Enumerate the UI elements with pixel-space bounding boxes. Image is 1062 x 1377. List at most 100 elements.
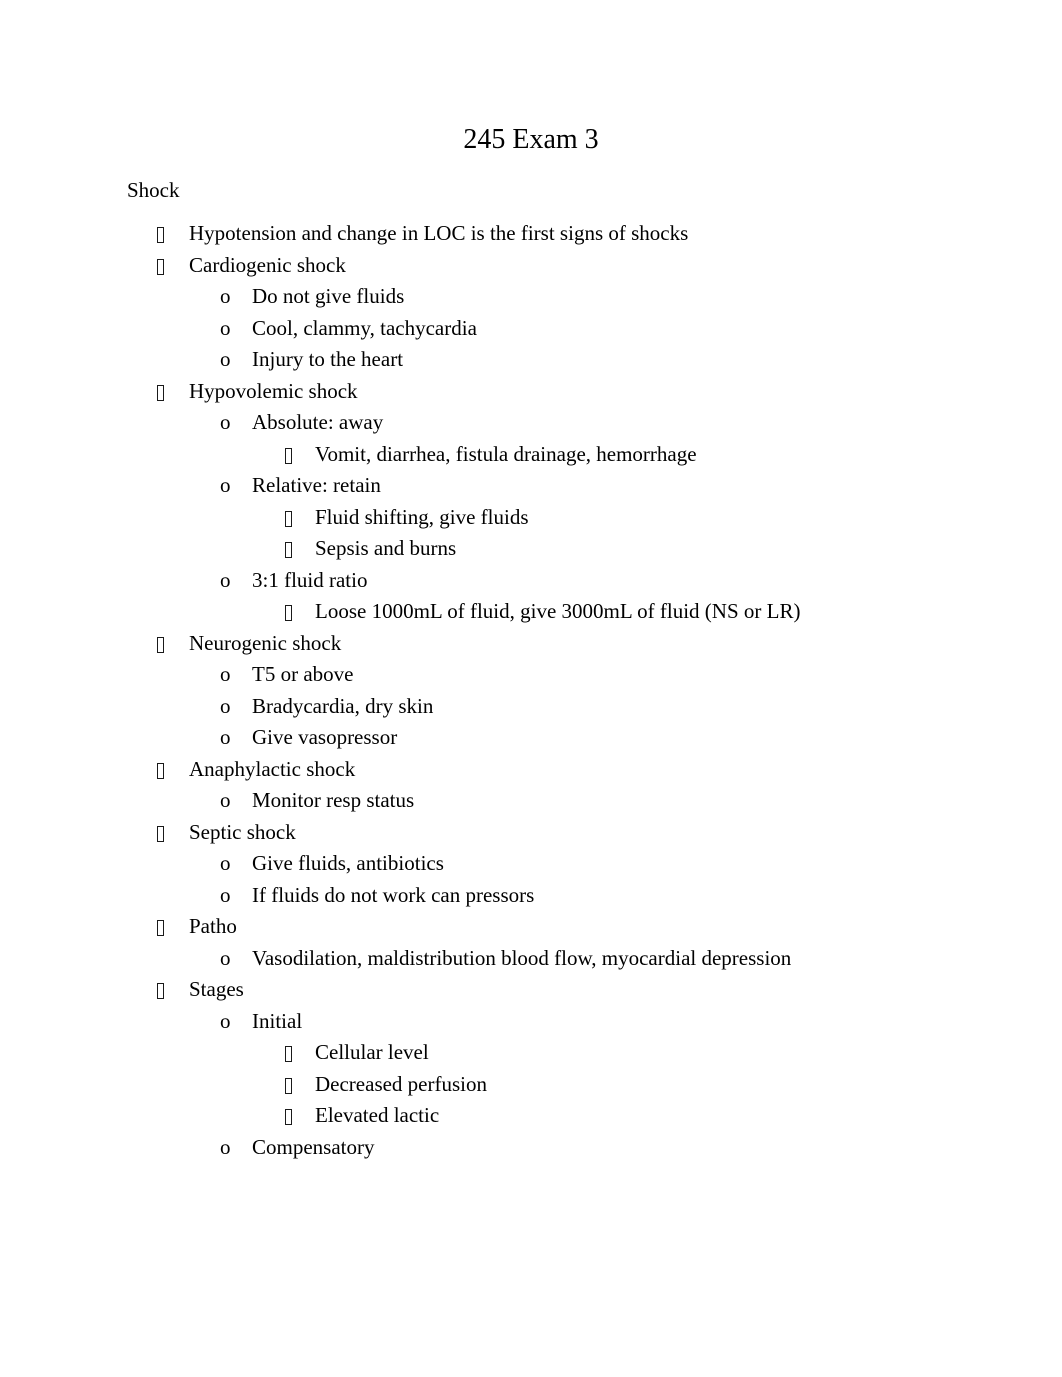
list-item: Stages	[127, 974, 842, 1006]
list-item-label: Vomit, diarrhea, fistula drainage, hemor…	[315, 441, 697, 466]
bullet-letter-o-icon: o	[220, 347, 231, 371]
bullet-box-icon	[157, 817, 189, 849]
list-item-label: Injury to the heart	[252, 347, 404, 371]
list-item: o Cool, clammy, tachycardia	[127, 313, 842, 345]
missing-glyph-box-icon	[285, 1046, 292, 1062]
list-item-label: Neurogenic shock	[189, 630, 342, 655]
list-item-label: T5 or above	[252, 662, 354, 686]
list-item-label: Fluid shifting, give fluids	[315, 504, 529, 529]
list-item-label: Stages	[189, 977, 244, 1001]
list-item-label: Cool, clammy, tachycardia	[252, 315, 477, 340]
bullet-box-icon	[285, 502, 315, 534]
document-page: 245 Exam 3 Shock Hypotension and change …	[0, 0, 1062, 1377]
list-item: o Relative: retain	[127, 470, 842, 502]
list-item: Cardiogenic shock	[127, 250, 842, 282]
list-item: Hypovolemic shock	[127, 376, 842, 408]
document-body: Shock Hypotension and change in LOC is t…	[127, 176, 842, 1163]
bullet-letter-o-icon: o	[220, 693, 231, 718]
list-item-label: Sepsis and burns	[315, 536, 457, 560]
missing-glyph-box-icon	[285, 1109, 292, 1125]
bullet-box-icon	[285, 439, 315, 471]
list-item: o If fluids do not work can pressors	[127, 880, 842, 912]
missing-glyph-box-icon	[157, 920, 164, 936]
bullet-box-icon	[157, 911, 189, 943]
bullet-letter-o-icon: o	[220, 1008, 231, 1033]
list-item-label: Give fluids, antibiotics	[252, 851, 444, 875]
list-item: o 3:1 fluid ratio	[127, 565, 842, 597]
list-item: o Compensatory	[127, 1132, 842, 1164]
list-item: Patho	[127, 911, 842, 943]
list-item-label: Initial	[252, 1008, 303, 1033]
bullet-letter-o-icon: o	[220, 725, 231, 749]
list-item-label: 3:1 fluid ratio	[252, 567, 368, 592]
list-item: Neurogenic shock	[127, 628, 842, 660]
list-item-label: If fluids do not work can pressors	[252, 882, 535, 907]
missing-glyph-box-icon	[157, 636, 164, 653]
list-item: o T5 or above	[127, 659, 842, 691]
bullet-letter-o-icon: o	[220, 315, 231, 340]
list-item: o Bradycardia, dry skin	[127, 691, 842, 723]
missing-glyph-box-icon	[157, 762, 164, 779]
section-heading-shock: Shock	[127, 178, 180, 202]
missing-glyph-box-icon	[157, 983, 164, 999]
list-item: Elevated lactic	[127, 1100, 842, 1132]
bullet-box-icon	[285, 596, 315, 628]
list-item-label: Cellular level	[315, 1040, 429, 1064]
list-item-label: Give vasopressor	[252, 725, 398, 749]
bullet-box-icon	[157, 376, 189, 408]
list-item: Decreased perfusion	[127, 1069, 842, 1101]
list-item: o Absolute: away	[127, 407, 842, 439]
list-item-label: Hypovolemic shock	[189, 378, 358, 403]
list-item-label: Bradycardia, dry skin	[252, 693, 434, 718]
missing-glyph-box-icon	[157, 258, 164, 275]
list-item-label: Septic shock	[189, 819, 296, 844]
bullet-box-icon	[157, 250, 189, 282]
bullet-box-icon	[157, 218, 189, 250]
list-item-label: Do not give fluids	[252, 284, 405, 308]
bullet-box-icon	[157, 628, 189, 660]
bullet-box-icon	[285, 533, 315, 565]
list-item-label: Cardiogenic shock	[189, 252, 346, 277]
list-item: Fluid shifting, give fluids	[127, 502, 842, 534]
list-item: o Injury to the heart	[127, 344, 842, 376]
missing-glyph-box-icon	[285, 1077, 292, 1094]
list-item: Cellular level	[127, 1037, 842, 1069]
bullet-box-icon	[157, 974, 189, 1006]
list-item: o Monitor resp status	[127, 785, 842, 817]
list-item-label: Relative: retain	[252, 473, 381, 497]
list-item: Sepsis and burns	[127, 533, 842, 565]
list-item-label: Absolute: away	[252, 410, 384, 434]
bullet-letter-o-icon: o	[220, 567, 231, 592]
page-title: 245 Exam 3	[463, 124, 599, 155]
bullet-box-icon	[285, 1100, 315, 1132]
list-item: Hypotension and change in LOC is the fir…	[127, 218, 842, 250]
bullet-letter-o-icon: o	[220, 410, 231, 434]
list-item-label: Decreased perfusion	[315, 1071, 487, 1096]
bullet-letter-o-icon: o	[220, 788, 231, 812]
bullet-box-icon	[285, 1069, 315, 1101]
bullet-letter-o-icon: o	[220, 284, 231, 308]
list-item-label: Compensatory	[252, 1134, 375, 1159]
bullet-letter-o-icon: o	[220, 945, 231, 970]
list-item-label: Loose 1000mL of fluid, give 3000mL of fl…	[315, 599, 801, 623]
bullet-letter-o-icon: o	[220, 662, 231, 686]
missing-glyph-box-icon	[157, 384, 164, 401]
missing-glyph-box-icon	[285, 447, 292, 464]
bullet-letter-o-icon: o	[220, 851, 231, 875]
missing-glyph-box-icon	[285, 542, 292, 558]
list-item-label: Hypotension and change in LOC is the fir…	[189, 221, 689, 245]
missing-glyph-box-icon	[157, 227, 164, 243]
missing-glyph-box-icon	[157, 825, 164, 842]
list-item: o Give vasopressor	[127, 722, 842, 754]
bullet-letter-o-icon: o	[220, 1134, 231, 1159]
missing-glyph-box-icon	[285, 510, 292, 527]
list-item: Vomit, diarrhea, fistula drainage, hemor…	[127, 439, 842, 471]
list-item-label: Monitor resp status	[252, 788, 415, 812]
missing-glyph-box-icon	[285, 605, 292, 621]
list-item: Loose 1000mL of fluid, give 3000mL of fl…	[127, 596, 842, 628]
outline-list: Hypotension and change in LOC is the fir…	[127, 218, 842, 1163]
list-item: o Give fluids, antibiotics	[127, 848, 842, 880]
list-item-label: Anaphylactic shock	[189, 756, 356, 781]
list-item-label: Elevated lactic	[315, 1103, 440, 1127]
list-item-label: Vasodilation, maldistribution blood flow…	[252, 945, 792, 970]
